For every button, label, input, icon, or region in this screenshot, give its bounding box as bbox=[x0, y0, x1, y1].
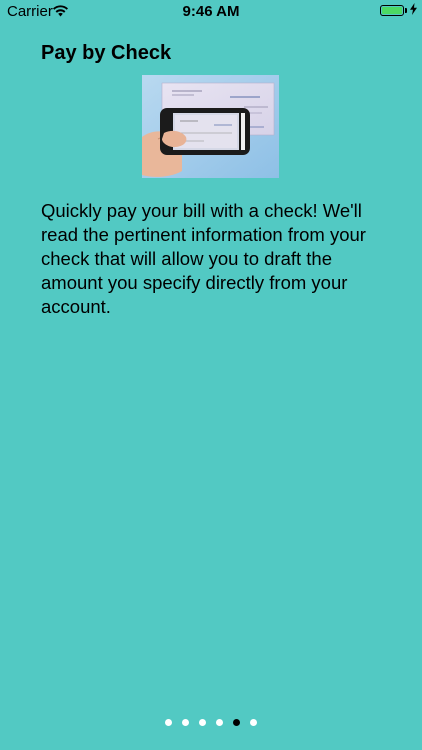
battery-icon bbox=[380, 5, 404, 16]
status-bar: Carrier 9:46 AM bbox=[0, 0, 422, 22]
page-dot-3[interactable] bbox=[199, 719, 206, 726]
page-dot-6[interactable] bbox=[250, 719, 257, 726]
page-title: Pay by Check bbox=[41, 42, 172, 64]
page-dot-1[interactable] bbox=[165, 719, 172, 726]
onboarding-screen: Carrier 9:46 AM Pay by Check Quickly pay… bbox=[0, 0, 422, 750]
page-dot-5[interactable] bbox=[233, 719, 240, 726]
description-text: Quickly pay your bill with a check! We'l… bbox=[41, 200, 366, 317]
page-dot-2[interactable] bbox=[182, 719, 189, 726]
clock: 9:46 AM bbox=[182, 3, 240, 20]
page-dot-4[interactable] bbox=[216, 719, 223, 726]
battery-cap bbox=[405, 8, 407, 13]
charging-bolt-icon bbox=[410, 3, 417, 18]
phone-scanning-check-image bbox=[142, 75, 279, 178]
page-control[interactable] bbox=[0, 719, 422, 729]
